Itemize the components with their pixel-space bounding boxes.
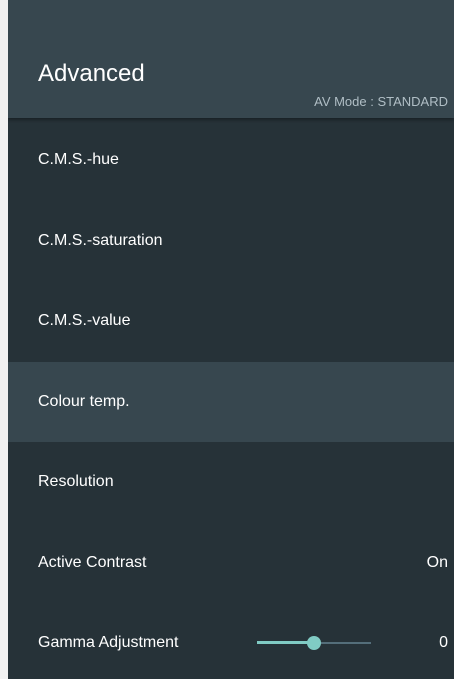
page-title: Advanced xyxy=(38,60,145,87)
menu-item-label: C.M.S.-value xyxy=(38,312,131,329)
settings-panel: Advanced AV Mode : STANDARD C.M.S.-hue C… xyxy=(8,0,454,679)
gamma-value: 0 xyxy=(439,634,448,651)
menu-item-label: Colour temp. xyxy=(38,392,130,410)
slider-thumb[interactable] xyxy=(307,636,321,650)
menu-item-gamma-adjustment[interactable]: Gamma Adjustment 0 xyxy=(8,603,454,679)
menu-item-label: C.M.S.-hue xyxy=(38,151,119,168)
menu-item-cms-value[interactable]: C.M.S.-value xyxy=(8,281,454,362)
menu-item-cms-saturation[interactable]: C.M.S.-saturation xyxy=(8,201,454,282)
menu-item-resolution[interactable]: Resolution xyxy=(8,442,454,523)
menu-item-colour-temp[interactable]: Colour temp. xyxy=(8,361,454,442)
menu-item-label: C.M.S.-saturation xyxy=(38,231,163,249)
slider-fill xyxy=(257,641,314,644)
av-mode-label: AV Mode : STANDARD xyxy=(314,94,448,109)
menu-item-label: Active Contrast xyxy=(38,553,147,571)
gamma-slider[interactable] xyxy=(257,636,371,650)
menu-item-active-contrast[interactable]: Active Contrast On xyxy=(8,523,454,604)
menu-item-label: Gamma Adjustment xyxy=(38,634,179,651)
menu-item-label: Resolution xyxy=(38,473,114,490)
settings-list: C.M.S.-hue C.M.S.-saturation C.M.S.-valu… xyxy=(8,120,454,679)
active-contrast-value: On xyxy=(426,553,448,571)
panel-header: Advanced AV Mode : STANDARD xyxy=(8,0,454,118)
menu-item-cms-hue[interactable]: C.M.S.-hue xyxy=(8,120,454,201)
